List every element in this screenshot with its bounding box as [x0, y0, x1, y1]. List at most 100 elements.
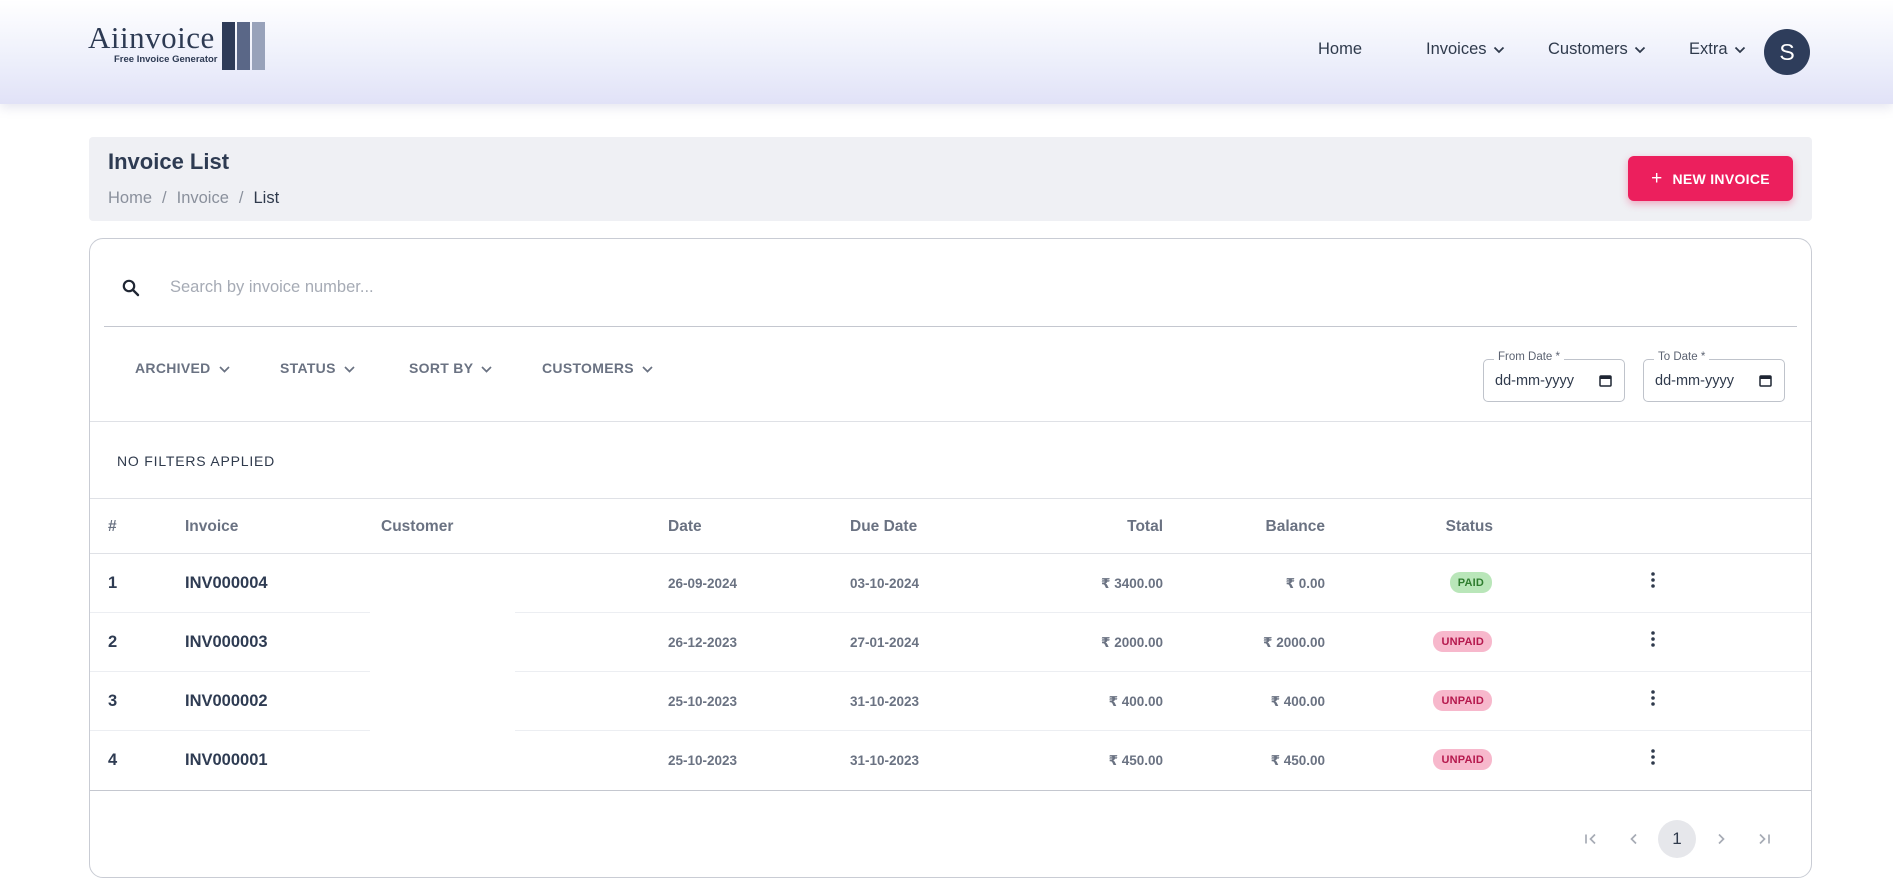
top-navbar: Aiinvoice Free Invoice Generator Home In…	[0, 0, 1893, 104]
invoice-number[interactable]: INV000003	[185, 633, 268, 652]
table-row[interactable]: 1 INV000004 26-09-2024 03-10-2024 ₹ 3400…	[90, 554, 1811, 613]
nav-invoices[interactable]: Invoices	[1426, 40, 1505, 59]
column-header-due-date: Due Date	[850, 518, 918, 535]
breadcrumb-home[interactable]: Home	[108, 189, 152, 207]
calendar-icon[interactable]	[1599, 374, 1612, 387]
invoice-list-card: ARCHIVED STATUS SORT BY CUSTOMERS From D…	[89, 238, 1812, 878]
first-page-icon	[1585, 833, 1596, 845]
from-date-field[interactable]: From Date * dd-mm-yyyy	[1483, 351, 1625, 402]
filter-customers-label: CUSTOMERS	[542, 360, 634, 376]
logo-bars-icon	[222, 22, 265, 70]
row-number: 2	[108, 633, 118, 651]
new-invoice-label: NEW INVOICE	[1672, 170, 1770, 187]
from-date-value: dd-mm-yyyy	[1495, 373, 1574, 389]
column-header-balance: Balance	[1265, 518, 1325, 535]
to-date-field[interactable]: To Date * dd-mm-yyyy	[1643, 351, 1785, 402]
filter-sort-by-label: SORT BY	[409, 360, 474, 376]
app-logo[interactable]: Aiinvoice Free Invoice Generator	[88, 20, 268, 72]
row-number: 3	[108, 692, 118, 710]
page-number-button[interactable]: 1	[1658, 820, 1696, 858]
new-invoice-button[interactable]: + NEW INVOICE	[1628, 156, 1793, 201]
breadcrumb-separator: /	[162, 189, 167, 207]
invoice-due-date: 31-10-2023	[850, 694, 920, 709]
table-row[interactable]: 4 INV000001 25-10-2023 31-10-2023 ₹ 450.…	[90, 731, 1811, 790]
user-avatar[interactable]: S	[1764, 29, 1810, 75]
chevron-down-icon	[481, 366, 492, 373]
search-icon	[122, 279, 140, 297]
invoice-balance: ₹ 0.00	[1285, 576, 1325, 591]
page-header: Invoice List Home / Invoice / List	[89, 137, 1812, 221]
invoice-date: 26-09-2024	[668, 576, 738, 591]
filter-status-label: STATUS	[280, 360, 336, 376]
logo-text: Aiinvoice	[88, 20, 215, 55]
more-vertical-icon[interactable]	[1651, 631, 1655, 647]
nav-extra-label: Extra	[1689, 40, 1728, 58]
invoice-balance: ₹ 400.00	[1270, 694, 1325, 709]
nav-customers-label: Customers	[1548, 40, 1628, 58]
next-page-icon	[1718, 833, 1725, 845]
logo-tagline: Free Invoice Generator	[114, 54, 218, 65]
invoice-number[interactable]: INV000002	[185, 692, 268, 711]
breadcrumb: Home / Invoice / List	[108, 189, 279, 208]
to-date-label: To Date *	[1654, 351, 1710, 363]
invoice-due-date: 31-10-2023	[850, 753, 920, 768]
search-input[interactable]	[170, 273, 970, 301]
applied-filters-row: NO FILTERS APPLIED	[90, 422, 1811, 499]
chevron-down-icon	[1634, 46, 1645, 53]
column-header-status: Status	[1445, 518, 1493, 535]
column-header-number: #	[108, 518, 117, 535]
nav-customers[interactable]: Customers	[1548, 40, 1646, 59]
invoice-total: ₹ 3400.00	[1101, 576, 1163, 591]
column-header-customer: Customer	[381, 518, 454, 535]
chevron-down-icon	[1493, 46, 1504, 53]
next-page-button[interactable]	[1708, 821, 1734, 857]
chevron-down-icon	[1734, 46, 1745, 53]
table-row[interactable]: 3 INV000002 25-10-2023 31-10-2023 ₹ 400.…	[90, 672, 1811, 731]
status-badge: PAID	[1449, 572, 1492, 593]
breadcrumb-separator: /	[238, 189, 244, 207]
chevron-down-icon	[218, 366, 230, 373]
nav-home[interactable]: Home	[1318, 40, 1362, 59]
column-header-date: Date	[668, 518, 702, 535]
plus-icon: +	[1651, 167, 1663, 189]
from-date-label: From Date *	[1494, 351, 1564, 363]
search-bar	[104, 239, 1797, 327]
previous-page-button[interactable]	[1621, 821, 1647, 857]
column-header-total: Total	[1127, 518, 1163, 535]
avatar-initial: S	[1779, 38, 1795, 65]
breadcrumb-current: List	[253, 189, 280, 207]
chevron-down-icon	[642, 366, 653, 373]
invoice-balance: ₹ 450.00	[1270, 753, 1325, 768]
invoice-date: 26-12-2023	[668, 635, 738, 650]
invoice-number[interactable]: INV000001	[185, 751, 268, 770]
filter-status[interactable]: STATUS	[280, 360, 355, 376]
filter-customers[interactable]: CUSTOMERS	[542, 360, 653, 376]
invoice-balance: ₹ 2000.00	[1263, 635, 1325, 650]
invoice-number[interactable]: INV000004	[185, 574, 268, 593]
nav-home-label: Home	[1318, 40, 1363, 58]
row-number: 1	[108, 574, 118, 592]
more-vertical-icon[interactable]	[1651, 690, 1655, 706]
more-vertical-icon[interactable]	[1651, 749, 1655, 765]
filter-archived[interactable]: ARCHIVED	[135, 360, 230, 376]
filter-sort-by[interactable]: SORT BY	[409, 360, 492, 376]
last-page-button[interactable]	[1751, 821, 1777, 857]
column-header-invoice: Invoice	[185, 518, 239, 535]
nav-extra[interactable]: Extra	[1689, 40, 1746, 59]
calendar-icon[interactable]	[1759, 374, 1772, 387]
status-badge: UNPAID	[1433, 749, 1492, 770]
more-vertical-icon[interactable]	[1651, 572, 1655, 588]
invoice-total: ₹ 400.00	[1108, 694, 1163, 709]
invoice-due-date: 03-10-2024	[850, 576, 920, 591]
invoice-date: 25-10-2023	[668, 694, 738, 709]
current-page-label: 1	[1672, 829, 1682, 848]
breadcrumb-invoice[interactable]: Invoice	[177, 189, 229, 207]
filter-archived-label: ARCHIVED	[135, 360, 211, 376]
table-row[interactable]: 2 INV000003 26-12-2023 27-01-2024 ₹ 2000…	[90, 613, 1811, 672]
invoice-total: ₹ 2000.00	[1101, 635, 1163, 650]
page-title: Invoice List	[108, 149, 230, 174]
invoice-date: 25-10-2023	[668, 753, 738, 768]
row-number: 4	[108, 751, 118, 769]
first-page-button[interactable]	[1578, 821, 1604, 857]
status-badge: UNPAID	[1433, 631, 1492, 652]
